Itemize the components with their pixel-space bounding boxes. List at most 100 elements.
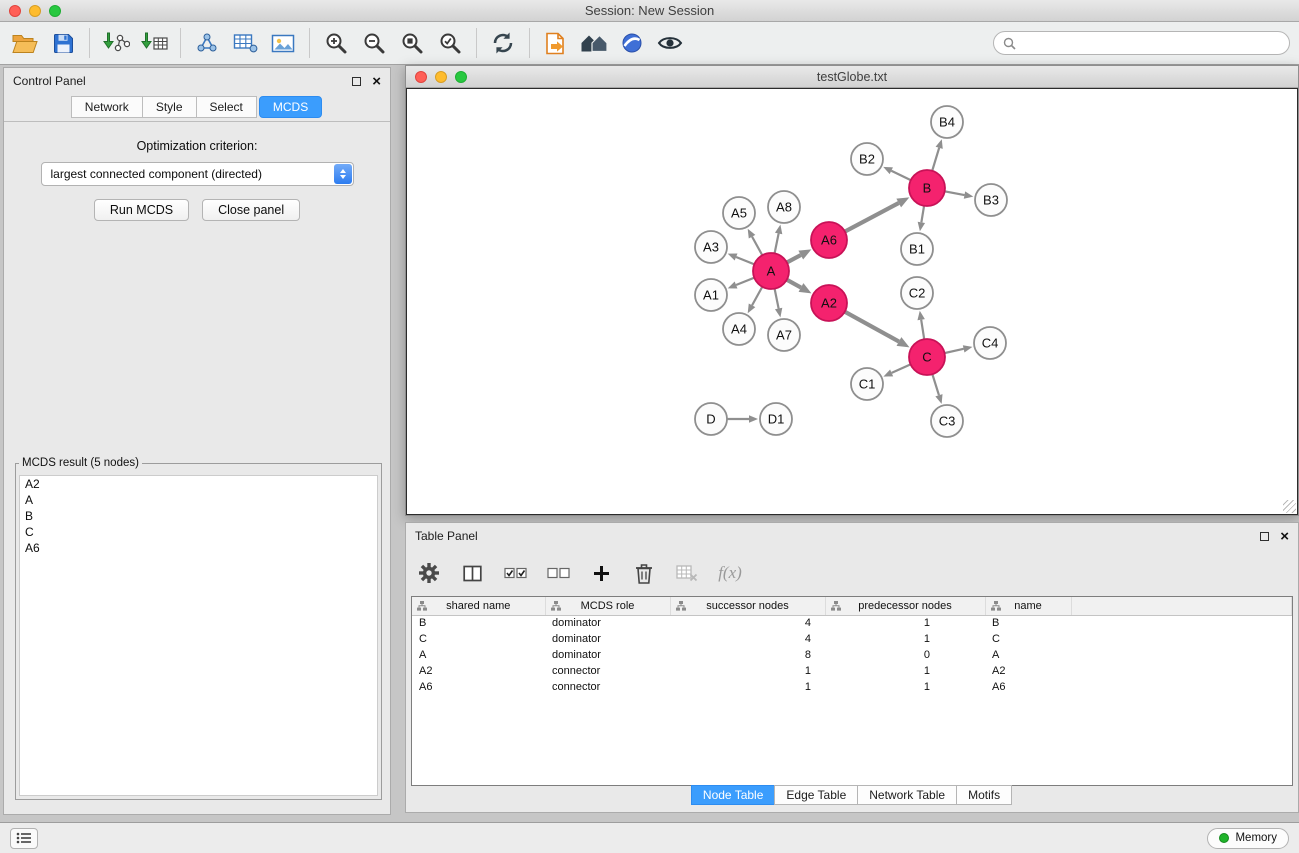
cell-mcds-role[interactable]: connector (545, 663, 670, 679)
cell-predecessor-nodes[interactable]: 1 (825, 631, 985, 647)
cell-predecessor-nodes[interactable]: 0 (825, 647, 985, 663)
network-close-button[interactable] (415, 71, 427, 83)
node-table: shared nameMCDS rolesuccessor nodesprede… (412, 597, 1292, 695)
network-zoom-button[interactable] (455, 71, 467, 83)
optimization-dropdown[interactable]: largest connected component (directed) (41, 162, 354, 186)
close-panel-button[interactable]: Close panel (202, 199, 300, 221)
close-window-button[interactable] (9, 5, 21, 17)
mcds-result-item[interactable]: A (20, 492, 377, 508)
filter-button[interactable] (613, 24, 651, 62)
zoom-out-button[interactable] (355, 24, 393, 62)
new-network-button[interactable] (188, 24, 226, 62)
toolbar-separator (476, 28, 477, 58)
resize-grip[interactable] (1283, 500, 1296, 513)
cell-name[interactable]: A (985, 647, 1071, 663)
cell-shared-name[interactable]: A6 (412, 679, 545, 695)
zoom-in-button[interactable] (317, 24, 355, 62)
tab-network-table[interactable]: Network Table (857, 785, 957, 805)
table-row[interactable]: Bdominator41B (412, 615, 1292, 631)
column-header-predecessor-nodes[interactable]: predecessor nodes (825, 597, 985, 615)
save-session-button[interactable] (44, 24, 82, 62)
cell-mcds-role[interactable]: dominator (545, 647, 670, 663)
cell-shared-name[interactable]: C (412, 631, 545, 647)
tab-mcds[interactable]: MCDS (259, 96, 322, 118)
close-panel-icon[interactable]: × (372, 74, 381, 89)
zoom-fit-button[interactable] (393, 24, 431, 62)
export-image-button[interactable] (264, 24, 302, 62)
cell-name[interactable]: A2 (985, 663, 1071, 679)
minimize-window-button[interactable] (29, 5, 41, 17)
network-traffic-lights (415, 71, 467, 83)
delete-table-icon (676, 564, 698, 582)
table-toolbar: f(x) (416, 554, 1288, 592)
function-builder-button[interactable]: f(x) (717, 558, 743, 588)
table-row[interactable]: Adominator80A (412, 647, 1292, 663)
table-settings-button[interactable] (416, 558, 442, 588)
tab-motifs[interactable]: Motifs (956, 785, 1012, 805)
cell-name[interactable]: A6 (985, 679, 1071, 695)
cell-shared-name[interactable]: A (412, 647, 545, 663)
export-document-button[interactable] (537, 24, 575, 62)
show-columns-button[interactable] (459, 558, 485, 588)
memory-button[interactable]: Memory (1207, 828, 1289, 849)
cell-shared-name[interactable]: B (412, 615, 545, 631)
tab-select[interactable]: Select (196, 96, 257, 118)
cell-successor-nodes[interactable]: 8 (670, 647, 825, 663)
import-network-file-icon (103, 32, 130, 54)
cell-name[interactable]: B (985, 615, 1071, 631)
table-row[interactable]: Cdominator41C (412, 631, 1292, 647)
float-table-panel-icon[interactable] (1260, 532, 1269, 541)
run-mcds-button[interactable]: Run MCDS (94, 199, 189, 221)
zoom-window-button[interactable] (49, 5, 61, 17)
tab-edge-table[interactable]: Edge Table (774, 785, 858, 805)
add-column-button[interactable] (588, 558, 614, 588)
select-all-button[interactable] (502, 558, 528, 588)
apply-layout-button[interactable] (484, 24, 522, 62)
new-network-table-button[interactable] (226, 24, 264, 62)
cell-successor-nodes[interactable]: 1 (670, 679, 825, 695)
column-header-successor-nodes[interactable]: successor nodes (670, 597, 825, 615)
tab-network[interactable]: Network (71, 96, 143, 118)
cell-mcds-role[interactable]: connector (545, 679, 670, 695)
toolbar-separator (180, 28, 181, 58)
cell-name[interactable]: C (985, 631, 1071, 647)
delete-column-button[interactable] (631, 558, 657, 588)
mcds-result-item[interactable]: A6 (20, 540, 377, 556)
cell-mcds-role[interactable]: dominator (545, 631, 670, 647)
cell-shared-name[interactable]: A2 (412, 663, 545, 679)
column-header-shared-name[interactable]: shared name (412, 597, 545, 615)
mcds-result-item[interactable]: C (20, 524, 377, 540)
column-header-mcds-role[interactable]: MCDS role (545, 597, 670, 615)
search-input[interactable] (1021, 36, 1280, 50)
cell-predecessor-nodes[interactable]: 1 (825, 663, 985, 679)
zoom-selected-button[interactable] (431, 24, 469, 62)
home-button[interactable] (575, 24, 613, 62)
table-row[interactable]: A2connector11A2 (412, 663, 1292, 679)
mcds-result-item[interactable]: B (20, 508, 377, 524)
column-header-label: name (1014, 600, 1042, 612)
cell-predecessor-nodes[interactable]: 1 (825, 615, 985, 631)
tab-node-table[interactable]: Node Table (691, 785, 776, 805)
table-row[interactable]: A6connector11A6 (412, 679, 1292, 695)
mcds-result-item[interactable]: A2 (20, 476, 377, 492)
close-table-panel-icon[interactable]: × (1280, 529, 1289, 544)
column-header-name[interactable]: name (985, 597, 1071, 615)
task-history-button[interactable] (10, 828, 38, 849)
mcds-result-list[interactable]: A2ABCA6 (19, 475, 378, 796)
deselect-all-button[interactable] (545, 558, 571, 588)
network-canvas[interactable]: B4B2BB3B1A5A8A6A3AA1A2C2A4A7C4CC1C3DD1 (406, 88, 1298, 515)
import-table-file-button[interactable] (135, 24, 173, 62)
show-hide-button[interactable] (651, 24, 689, 62)
search-box[interactable] (993, 31, 1290, 55)
network-minimize-button[interactable] (435, 71, 447, 83)
cell-mcds-role[interactable]: dominator (545, 615, 670, 631)
import-network-file-button[interactable] (97, 24, 135, 62)
cell-predecessor-nodes[interactable]: 1 (825, 679, 985, 695)
import-table-file-icon (141, 32, 168, 54)
cell-successor-nodes[interactable]: 4 (670, 631, 825, 647)
cell-successor-nodes[interactable]: 4 (670, 615, 825, 631)
cell-successor-nodes[interactable]: 1 (670, 663, 825, 679)
open-session-button[interactable] (6, 24, 44, 62)
tab-style[interactable]: Style (142, 96, 197, 118)
float-panel-icon[interactable] (352, 77, 361, 86)
